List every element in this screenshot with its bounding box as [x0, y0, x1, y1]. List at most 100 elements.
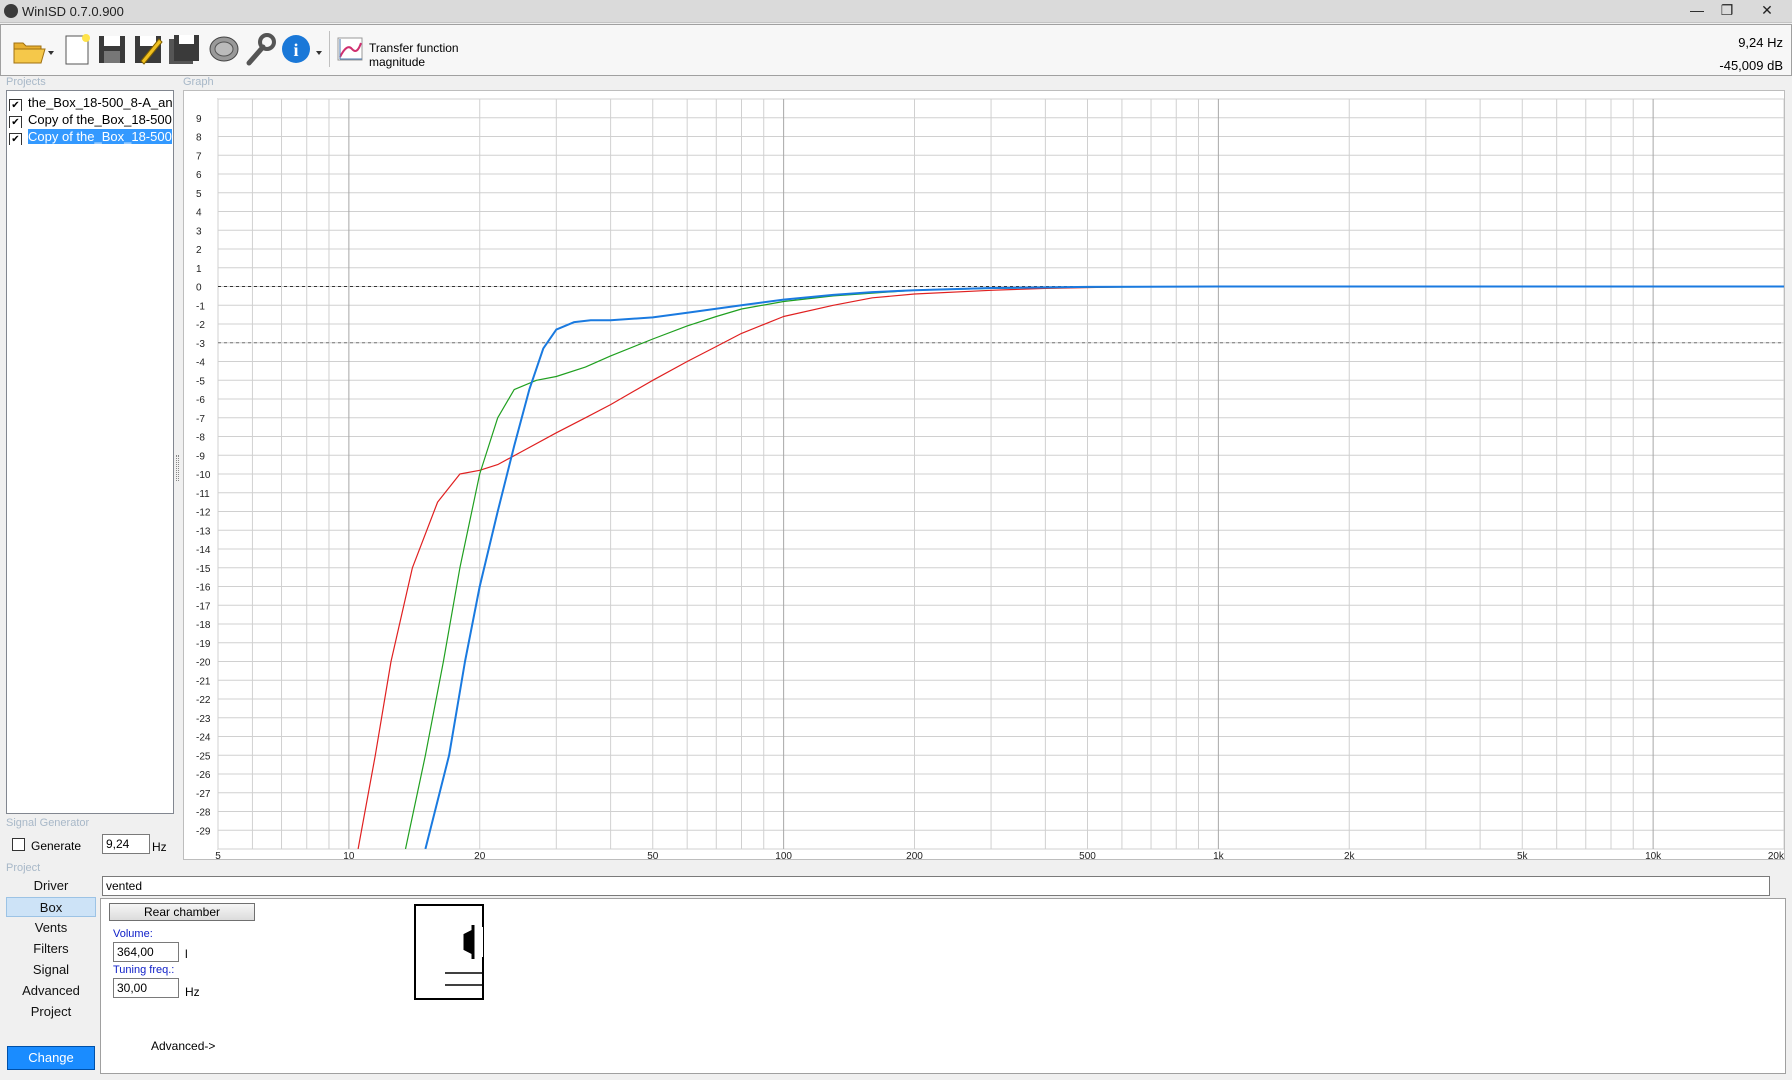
toolbar: i Transfer function magnitude 9,24 Hz -4…: [0, 24, 1792, 76]
change-button[interactable]: Change: [7, 1046, 95, 1070]
x-tick-label: 5: [215, 851, 221, 859]
x-tick-label: 20k: [1768, 851, 1784, 859]
project-checkbox[interactable]: ✔: [9, 116, 22, 128]
window-title: WinISD 0.7.0.900: [22, 4, 124, 19]
y-tick-label: -23: [196, 714, 211, 725]
advanced-link[interactable]: Advanced->: [151, 1039, 215, 1053]
rear-chamber-button[interactable]: Rear chamber: [109, 903, 255, 921]
generate-label: Generate: [31, 839, 82, 853]
volume-label: Volume:: [113, 928, 153, 940]
project-checkbox[interactable]: ✔: [9, 99, 22, 111]
graph-icon: [337, 37, 363, 61]
x-tick-label: 500: [1079, 851, 1096, 859]
y-tick-label: 9: [196, 114, 202, 125]
y-tick-label: -28: [196, 808, 211, 819]
cursor-level: -45,009 dB: [1719, 58, 1783, 73]
graph-canvas[interactable]: 9 8 7 6 5 4 3 2 1 0 -1 -2 -3 -4 -5 -6 -7 -8 -9 -10 -11 -12 -13…: [184, 91, 1785, 862]
y-tick-label: -17: [196, 601, 211, 612]
y-tick-label: -1: [196, 301, 205, 312]
y-tick-label: 6: [196, 170, 202, 181]
toolbar-separator: [329, 31, 330, 67]
open-project-button[interactable]: [11, 31, 57, 67]
project-label: the_Box_18-500_8-A_an: [28, 95, 173, 110]
tuning-frequency-input[interactable]: 30,00: [113, 978, 179, 998]
close-button[interactable]: ✕: [1750, 0, 1784, 20]
new-project-button[interactable]: [61, 31, 95, 67]
graph-type-label: Transfer function magnitude: [369, 41, 459, 69]
project-item[interactable]: ✔ Copy of the_Box_18-500: [9, 129, 173, 145]
y-tick-label: 7: [196, 151, 202, 162]
y-tick-label: -8: [196, 433, 205, 444]
project-item[interactable]: ✔ the_Box_18-500_8-A_an: [9, 95, 173, 111]
y-tick-label: -9: [196, 451, 205, 462]
y-tick-label: -26: [196, 770, 211, 781]
save-as-icon: [135, 36, 163, 65]
save-all-button[interactable]: [167, 31, 201, 67]
restore-button[interactable]: ❐: [1710, 0, 1744, 20]
y-tick-label: -11: [196, 489, 210, 500]
project-label: Copy of the_Box_18-500: [28, 129, 172, 144]
y-tick-label: -15: [196, 564, 211, 575]
y-tick-label: -12: [196, 508, 211, 519]
nav-item-driver[interactable]: Driver: [6, 876, 96, 896]
x-tick-label: 2k: [1344, 851, 1356, 859]
y-tick-label: -6: [196, 395, 205, 406]
y-tick-label: 1: [196, 264, 202, 275]
y-tick-label: 4: [196, 208, 202, 219]
y-tick-label: -13: [196, 526, 211, 537]
y-tick-label: -2: [196, 320, 205, 331]
new-document-icon: [65, 34, 90, 65]
graph-caption: Graph: [183, 76, 214, 88]
project-caption: Project: [6, 862, 41, 874]
nav-item-vents[interactable]: Vents: [6, 918, 96, 938]
x-tick-label: 100: [775, 851, 792, 859]
y-tick-label: -24: [196, 733, 211, 744]
y-tick-label: -4: [196, 358, 205, 369]
save-as-button[interactable]: [131, 31, 165, 67]
info-button[interactable]: i: [279, 31, 327, 67]
project-item[interactable]: ✔ Copy of the_Box_18-500: [9, 112, 173, 128]
nav-item-project[interactable]: Project: [6, 1002, 96, 1022]
minimize-button[interactable]: —: [1680, 0, 1714, 20]
splitter-handle[interactable]: [176, 455, 179, 481]
y-tick-label: 3: [196, 226, 202, 237]
y-tick-label: -25: [196, 751, 211, 762]
x-tick-label: 20: [474, 851, 486, 859]
generate-checkbox[interactable]: Generate: [12, 838, 81, 853]
y-tick-label: -3: [196, 339, 205, 350]
signal-frequency-input[interactable]: 9,24: [102, 834, 150, 854]
folder-icon: [13, 42, 54, 64]
wrench-icon: [246, 33, 276, 66]
save-button[interactable]: [95, 31, 129, 67]
project-checkbox[interactable]: ✔: [9, 133, 22, 145]
signal-generator-caption: Signal Generator: [6, 817, 90, 829]
y-tick-label: 2: [196, 245, 202, 256]
y-tick-label: 0: [196, 283, 202, 294]
y-tick-label: 8: [196, 133, 202, 144]
driver-editor-button[interactable]: [207, 31, 241, 67]
signal-frequency-unit: Hz: [152, 840, 167, 854]
x-tick-label: 10k: [1645, 851, 1662, 859]
floppy-icon: [99, 36, 125, 63]
x-tick-label: 200: [906, 851, 923, 859]
graph-type-selector[interactable]: Transfer function magnitude: [335, 33, 505, 69]
projects-list[interactable]: ✔ the_Box_18-500_8-A_an ✔ Copy of the_Box_1…: [6, 90, 174, 814]
nav-item-filters[interactable]: Filters: [6, 939, 96, 959]
y-tick-label: -22: [196, 695, 211, 706]
y-tick-label: -27: [196, 789, 211, 800]
y-tick-label: -20: [196, 658, 211, 669]
y-tick-label: -10: [196, 470, 211, 481]
tools-button[interactable]: [243, 31, 277, 67]
generate-checkbox-box[interactable]: [12, 838, 25, 851]
box-type-field[interactable]: vented: [102, 876, 1770, 896]
cursor-readout: 9,24 Hz -45,009 dB: [1719, 31, 1783, 77]
response-graph[interactable]: 9 8 7 6 5 4 3 2 1 0 -1 -2 -3 -4 -5 -6 -7 -8 -9 -10 -11 -12 -13…: [183, 90, 1785, 862]
volume-input[interactable]: 364,00: [113, 942, 179, 962]
nav-item-box[interactable]: Box: [6, 897, 96, 917]
y-tick-label: -5: [196, 376, 205, 387]
tuning-frequency-label: Tuning freq.:: [113, 964, 175, 976]
nav-item-signal[interactable]: Signal: [6, 960, 96, 980]
volume-unit: l: [185, 947, 188, 961]
y-tick-label: -7: [196, 414, 205, 425]
nav-item-advanced[interactable]: Advanced: [6, 981, 96, 1001]
